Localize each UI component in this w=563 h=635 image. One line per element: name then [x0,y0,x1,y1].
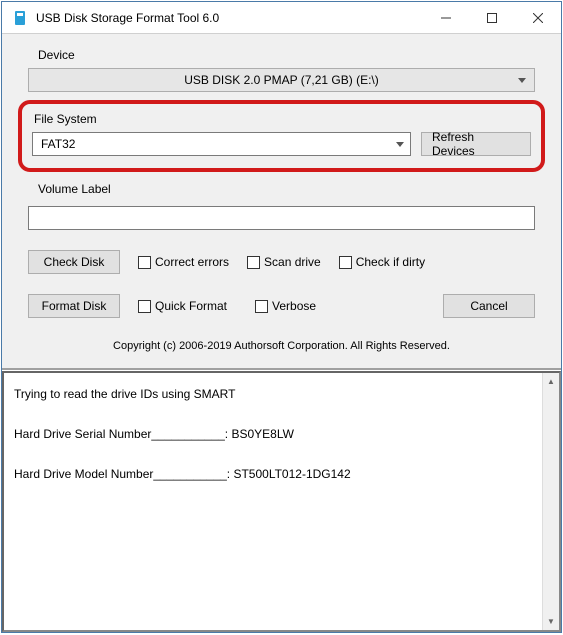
checkbox-icon [138,300,151,313]
file-system-select[interactable]: FAT32 [32,132,411,156]
copyright-text: Copyright (c) 2006-2019 Authorsoft Corpo… [28,340,535,352]
window-controls [423,2,561,33]
scroll-track[interactable] [543,390,559,613]
file-system-label: File System [34,112,531,126]
cancel-button[interactable]: Cancel [443,294,535,318]
device-label: Device [38,48,535,62]
maximize-button[interactable] [469,2,515,33]
checkbox-icon [339,256,352,269]
check-disk-button[interactable]: Check Disk [28,250,120,274]
checkbox-label: Verbose [272,299,316,313]
scroll-down-button[interactable]: ▼ [543,613,559,630]
scan-drive-checkbox[interactable]: Scan drive [247,255,321,269]
volume-label-label: Volume Label [38,182,535,196]
device-select[interactable]: USB DISK 2.0 PMAP (7,21 GB) (E:\) [28,68,535,92]
minimize-button[interactable] [423,2,469,33]
correct-errors-checkbox[interactable]: Correct errors [138,255,229,269]
file-system-highlight: File System FAT32 Refresh Devices [18,100,545,172]
checkbox-icon [255,300,268,313]
titlebar: USB Disk Storage Format Tool 6.0 [2,2,561,34]
vertical-scrollbar[interactable]: ▲ ▼ [542,373,559,630]
check-row: Check Disk Correct errors Scan drive Che… [28,250,535,274]
app-window: USB Disk Storage Format Tool 6.0 Device … [1,1,562,633]
checkbox-label: Correct errors [155,255,229,269]
format-row: Format Disk Quick Format Verbose Cancel [28,294,535,318]
scroll-up-button[interactable]: ▲ [543,373,559,390]
app-icon [12,10,28,26]
log-line: Hard Drive Model Number___________: ST50… [14,467,549,481]
checkbox-label: Quick Format [155,299,227,313]
chevron-down-icon [396,142,404,147]
device-selected-value: USB DISK 2.0 PMAP (7,21 GB) (E:\) [184,73,379,87]
checkbox-label: Check if dirty [356,255,425,269]
checkbox-label: Scan drive [264,255,321,269]
checkbox-icon [247,256,260,269]
quick-format-checkbox[interactable]: Quick Format [138,299,227,313]
checkbox-icon [138,256,151,269]
log-line: Trying to read the drive IDs using SMART [14,387,549,401]
close-button[interactable] [515,2,561,33]
refresh-devices-button[interactable]: Refresh Devices [421,132,531,156]
main-content: Device USB DISK 2.0 PMAP (7,21 GB) (E:\)… [2,34,561,368]
file-system-selected-value: FAT32 [41,137,75,151]
format-disk-button[interactable]: Format Disk [28,294,120,318]
verbose-checkbox[interactable]: Verbose [255,299,316,313]
log-line: Hard Drive Serial Number___________: BS0… [14,427,549,441]
volume-label-input[interactable] [28,206,535,230]
check-if-dirty-checkbox[interactable]: Check if dirty [339,255,425,269]
chevron-down-icon [518,78,526,83]
log-output[interactable]: Trying to read the drive IDs using SMART… [2,371,561,632]
window-title: USB Disk Storage Format Tool 6.0 [36,11,423,25]
